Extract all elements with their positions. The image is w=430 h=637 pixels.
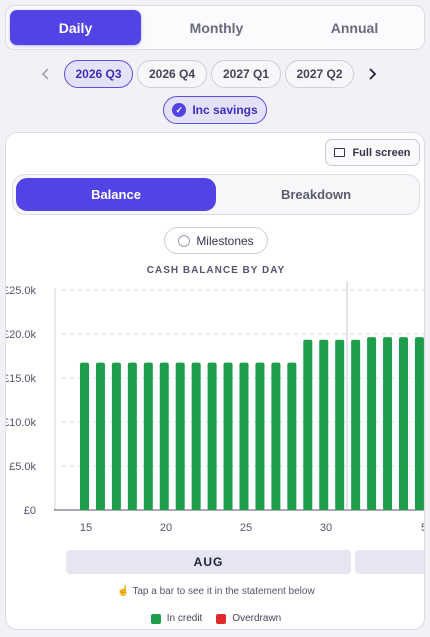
hint-text: Tap a bar to see it in the statement bel…: [132, 586, 315, 597]
quarter-chip-2027-q2[interactable]: 2027 Q2: [285, 60, 354, 88]
full-screen-label: Full screen: [352, 146, 411, 159]
y-tick-label: £20.0k: [6, 329, 36, 341]
chart-bar[interactable]: [414, 337, 424, 510]
tab-breakdown[interactable]: Breakdown: [216, 178, 416, 211]
chart-bar[interactable]: [143, 362, 153, 510]
month-label[interactable]: AUG: [66, 550, 351, 574]
tab-daily[interactable]: Daily: [10, 10, 141, 45]
inc-savings-toggle[interactable]: ✓ Inc savings: [163, 96, 267, 124]
next-month-label[interactable]: [355, 550, 424, 574]
chart-bar[interactable]: [127, 362, 137, 510]
balance-chart: £0 £5.0k £10.0k £15.0k £20.0k £25.0k 15 20 25 30 5: [6, 281, 425, 534]
chart-bar[interactable]: [287, 362, 297, 510]
chart-bar[interactable]: [159, 362, 169, 510]
quarter-selector: 2026 Q3 2026 Q4 2027 Q1 2027 Q2: [0, 60, 430, 88]
view-tabs: Balance Breakdown: [12, 174, 420, 215]
x-tick-label: 15: [80, 522, 92, 534]
check-icon: ✓: [172, 103, 187, 117]
chart-bar[interactable]: [271, 362, 281, 510]
chart-legend: In credit Overdrawn: [6, 613, 424, 624]
inc-savings-label: Inc savings: [192, 103, 258, 117]
y-tick-label: £15.0k: [6, 373, 36, 385]
x-tick-label: 20: [160, 522, 172, 534]
chart-bar[interactable]: [111, 362, 121, 510]
chart-bar[interactable]: [399, 337, 408, 510]
tab-monthly[interactable]: Monthly: [151, 10, 282, 45]
chart-bar[interactable]: [223, 362, 233, 510]
legend-label-overdrawn: Overdrawn: [232, 613, 282, 624]
period-tabs: Daily Monthly Annual: [5, 5, 425, 50]
screen-icon: [334, 148, 346, 157]
chart-bar[interactable]: [95, 362, 105, 510]
legend-item-overdrawn: Overdrawn: [216, 613, 281, 624]
chart-bar[interactable]: [319, 339, 329, 510]
milestones-toggle[interactable]: Milestones: [164, 227, 268, 254]
legend-label-credit: In credit: [166, 613, 203, 624]
chart-bar[interactable]: [80, 362, 89, 510]
x-tick-label: 30: [320, 522, 332, 534]
y-tick-label: £25.0k: [6, 285, 36, 297]
chart-bar[interactable]: [303, 339, 313, 510]
chart-bar[interactable]: [383, 337, 393, 510]
legend-swatch-overdrawn: [216, 613, 227, 624]
chart-bar[interactable]: [351, 339, 361, 510]
chart-bar[interactable]: [175, 362, 185, 510]
quarter-chip-2026-q4[interactable]: 2026 Q4: [137, 60, 207, 88]
tab-balance[interactable]: Balance: [16, 178, 216, 211]
chart-bar[interactable]: [191, 362, 201, 510]
chart-bar[interactable]: [207, 362, 217, 510]
chart-bar[interactable]: [367, 337, 377, 510]
y-tick-label: £5.0k: [9, 461, 36, 473]
quarter-chip-2026-q3[interactable]: 2026 Q3: [64, 60, 133, 88]
y-tick-label: £0: [24, 505, 36, 517]
radio-icon: [178, 234, 191, 247]
milestones-label: Milestones: [196, 233, 254, 248]
full-screen-button[interactable]: Full screen: [325, 139, 420, 166]
x-tick-label: 5: [421, 522, 425, 534]
chart-bar[interactable]: [335, 339, 345, 510]
legend-swatch-credit: [150, 613, 161, 624]
tap-icon: ☝: [117, 586, 130, 597]
chevron-right-icon[interactable]: [362, 60, 382, 88]
chevron-left-icon[interactable]: [36, 60, 56, 88]
legend-item-credit: In credit: [150, 613, 203, 624]
chart-hint: ☝ Tap a bar to see it in the statement b…: [6, 586, 424, 597]
chart-bar[interactable]: [239, 362, 249, 510]
chart-bar[interactable]: [255, 362, 265, 510]
chart-title: CASH BALANCE BY DAY: [146, 265, 286, 276]
quarter-chip-2027-q1[interactable]: 2027 Q1: [211, 60, 281, 88]
y-tick-label: £10.0k: [6, 417, 36, 429]
tab-annual[interactable]: Annual: [289, 10, 420, 45]
x-tick-label: 25: [240, 522, 252, 534]
chart-card: Full screen Balance Breakdown Milestones…: [5, 132, 425, 630]
